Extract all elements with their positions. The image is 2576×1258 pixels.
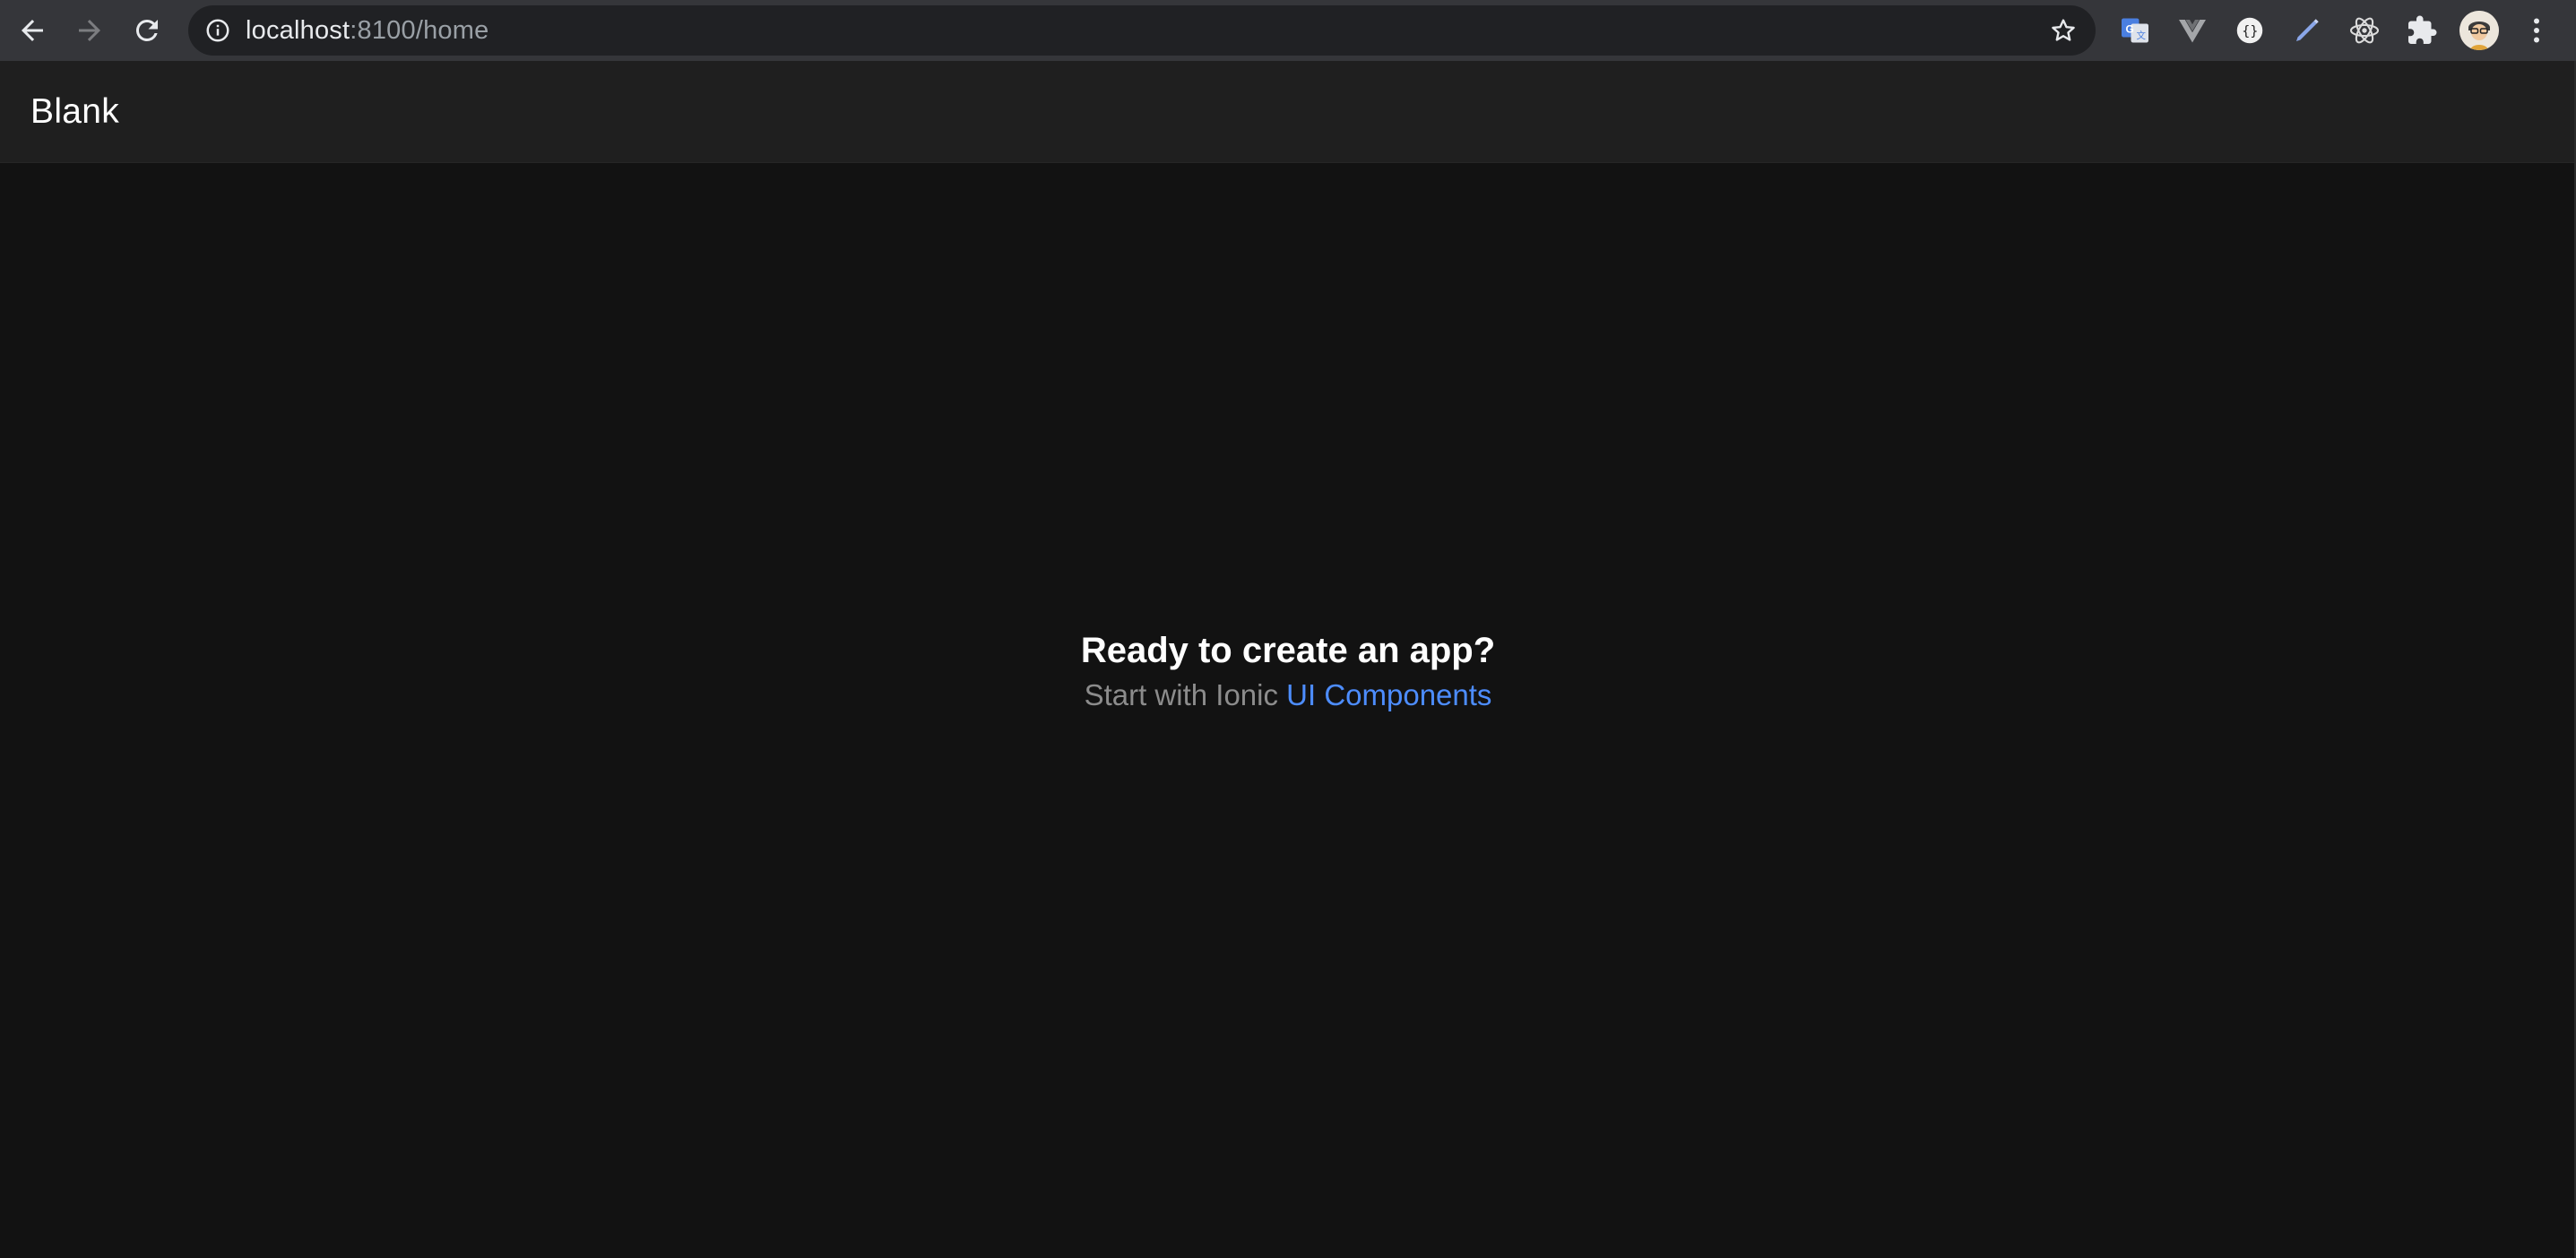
back-button[interactable] (4, 2, 61, 59)
app-header: Blank (0, 61, 2576, 163)
svg-text:{}: {} (2242, 22, 2258, 39)
empty-state-container: Ready to create an app? Start with Ionic… (0, 625, 2576, 715)
extensions-puzzle-icon (2408, 15, 2437, 44)
info-circle-icon (206, 19, 229, 42)
profile-avatar (2459, 11, 2499, 50)
reload-icon (135, 19, 158, 41)
forward-arrow-icon (79, 20, 100, 41)
reload-button[interactable] (118, 2, 176, 59)
empty-state-headline: Ready to create an app? (1080, 631, 1496, 670)
url-host: localhost (246, 15, 350, 45)
browser-nav-buttons (0, 2, 176, 59)
back-arrow-icon (22, 20, 43, 41)
ui-components-link[interactable]: UI Components (1286, 678, 1491, 711)
site-info-icon[interactable] (204, 17, 231, 44)
address-bar[interactable]: localhost:8100/home (188, 5, 2096, 56)
more-vert-icon (2534, 18, 2539, 43)
bookmark-star-button[interactable] (2049, 16, 2078, 45)
page-content: Ready to create an app? Start with Ionic… (0, 163, 2576, 1258)
vue-devtools-extension[interactable] (2164, 2, 2221, 59)
url-path: :8100/home (350, 15, 489, 45)
extension-bar: G 文 {} (2106, 0, 2565, 61)
browser-toolbar: localhost:8100/home G 文 {} (0, 0, 2576, 61)
subline-prefix: Start with Ionic (1084, 678, 1287, 711)
star-icon (2052, 19, 2075, 41)
react-devtools-extension[interactable] (2336, 2, 2393, 59)
forward-button[interactable] (61, 2, 118, 59)
google-translate-icon: G 文 (2122, 18, 2148, 43)
json-viewer-icon: {} (2236, 17, 2263, 44)
browser-menu-button[interactable] (2508, 2, 2565, 59)
svg-text:文: 文 (2137, 30, 2147, 41)
avatar-face-icon (2459, 11, 2499, 50)
url-text[interactable]: localhost:8100/home (246, 16, 488, 46)
json-viewer-extension[interactable]: {} (2221, 2, 2278, 59)
profile-button[interactable] (2451, 2, 2508, 59)
pen-tool-icon (2296, 19, 2319, 41)
svg-text:G: G (2126, 22, 2134, 35)
extensions-menu-button[interactable] (2393, 2, 2451, 59)
page-title: Blank (30, 91, 120, 131)
vue-devtools-icon (2179, 20, 2206, 43)
react-devtools-icon (2349, 17, 2380, 44)
pen-tool-extension[interactable] (2278, 2, 2336, 59)
empty-state-subline: Start with Ionic UI Components (0, 676, 2576, 715)
google-translate-extension[interactable]: G 文 (2106, 2, 2164, 59)
